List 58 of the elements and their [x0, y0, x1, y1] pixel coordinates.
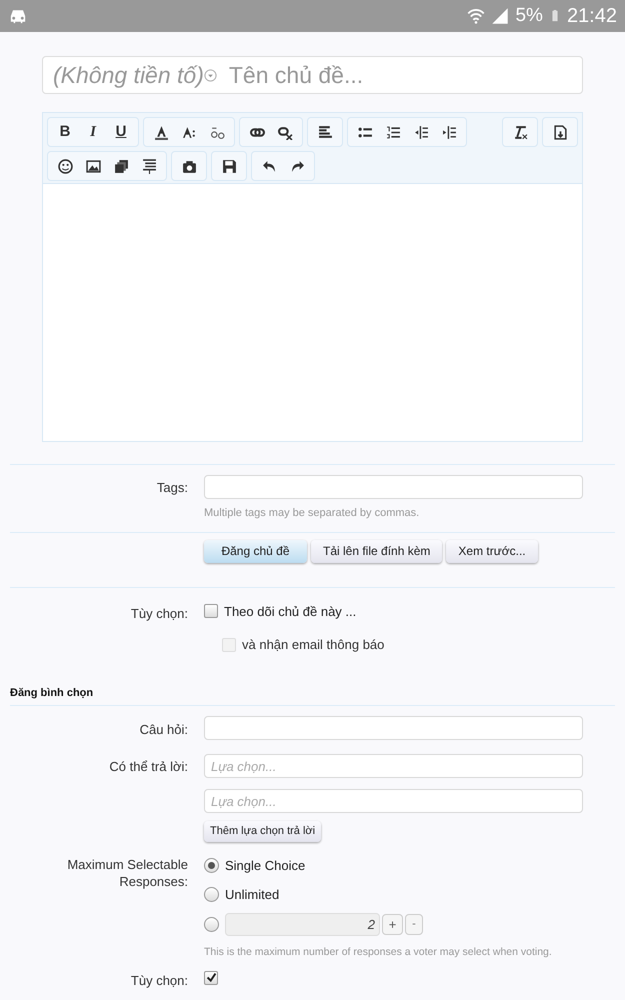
wifi-icon	[467, 7, 486, 25]
underline-button[interactable]: U	[108, 119, 134, 145]
radio-button[interactable]	[204, 917, 219, 932]
battery-percent: 5%	[515, 4, 543, 28]
form-button[interactable]: Xem trước...	[446, 540, 538, 562]
radio-button[interactable]	[204, 886, 219, 902]
radio-label: Unlimited	[225, 886, 280, 904]
add-answer-button[interactable]: Thêm lựa chọn trả lời	[204, 821, 322, 842]
question-field[interactable]	[204, 716, 583, 740]
form-button[interactable]: Tải lên file đính kèm	[311, 540, 442, 562]
tags-hint: Multiple tags may be separated by commas.	[204, 506, 420, 521]
save-icon[interactable]	[222, 158, 236, 174]
font-size-icon[interactable]	[182, 124, 196, 140]
unlink-icon[interactable]	[278, 124, 292, 140]
numbered-list-icon[interactable]	[386, 124, 400, 140]
clear-format-icon[interactable]	[512, 124, 528, 140]
radio-label: Single Choice	[225, 857, 306, 875]
restore-draft-icon[interactable]	[552, 124, 568, 140]
align-left-icon[interactable]	[318, 124, 332, 140]
section-heading: Đăng bình chọn	[10, 684, 615, 706]
signal-icon	[491, 7, 510, 25]
radio-button[interactable]	[204, 858, 219, 874]
max-responses-hint: This is the maximum number of responses a voter may select when voting.	[204, 945, 553, 960]
tags-field[interactable]	[204, 475, 583, 499]
font-family-icon[interactable]	[210, 124, 224, 140]
dropdown-icon	[204, 68, 217, 82]
media-icon[interactable]	[114, 158, 128, 174]
field-label: Tùy chọn:	[130, 972, 188, 990]
bullet-list-icon[interactable]	[358, 124, 372, 140]
answer-field[interactable]: Lựa chọn...	[204, 754, 583, 778]
checkbox[interactable]	[204, 604, 218, 618]
number-field[interactable]: 2	[225, 913, 380, 936]
checkbox-label: Theo dõi chủ đề này ...	[224, 602, 356, 621]
clock-time: 21:42	[566, 4, 617, 29]
checkbox[interactable]	[204, 970, 218, 985]
undo-icon[interactable]	[262, 158, 276, 174]
field-label: Có thể trả lời:	[108, 758, 188, 776]
font-color-icon[interactable]	[154, 124, 168, 140]
checkmark-icon	[206, 972, 216, 984]
field-label: Maximum Selectable Responses:	[66, 856, 188, 891]
italic-button[interactable]: I	[80, 119, 106, 145]
decrement-button[interactable]: -	[405, 914, 423, 935]
field-label: Tùy chọn:	[130, 604, 188, 623]
bold-button[interactable]: B	[52, 119, 78, 145]
increment-button[interactable]: +	[382, 914, 403, 935]
outdent-icon[interactable]	[414, 124, 428, 140]
image-icon[interactable]	[86, 158, 100, 174]
field-label: Tags:	[156, 479, 188, 497]
checkbox-label: và nhận email thông báo	[242, 636, 384, 654]
redo-icon[interactable]	[290, 158, 304, 174]
title-placeholder: Tên chủ đề...	[228, 60, 364, 90]
form-button[interactable]: Đăng chủ đề	[204, 540, 307, 562]
camera-icon[interactable]	[182, 158, 196, 174]
indent-icon[interactable]	[442, 124, 456, 140]
smiley-icon[interactable]	[58, 158, 72, 174]
quote-icon[interactable]	[142, 158, 156, 174]
field-label: Câu hỏi:	[138, 721, 188, 739]
answer-field[interactable]: Lựa chọn...	[204, 789, 583, 813]
